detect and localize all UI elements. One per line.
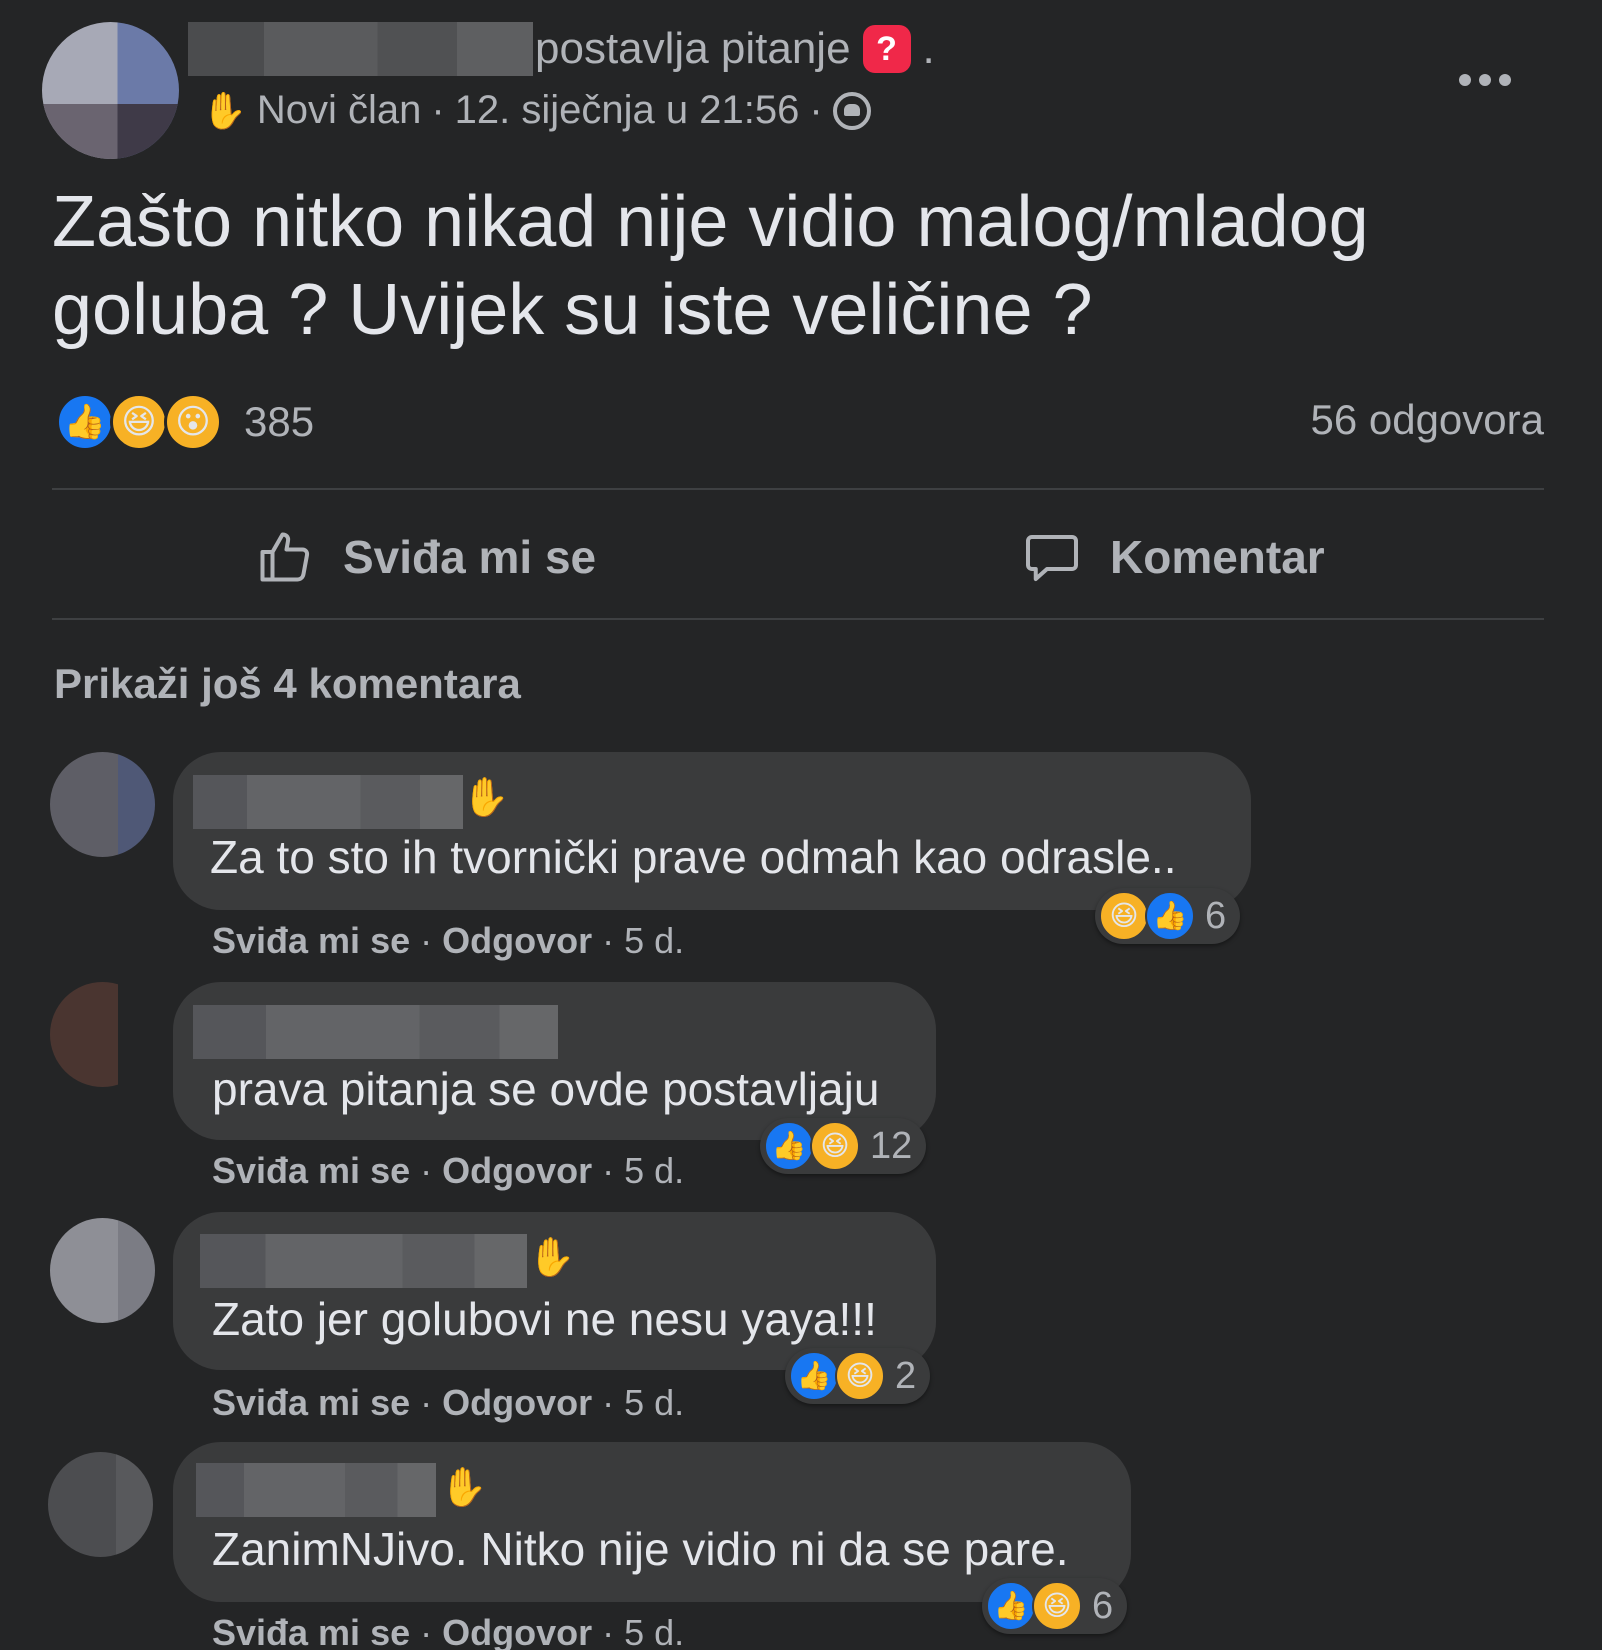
like-reaction-icon: 👍 [986,1581,1036,1631]
comment-author-redacted[interactable] [193,1005,558,1059]
comment-actions: Sviđa mi se · Odgovor · 5 d. [212,1612,684,1650]
meta-separator: · [431,88,445,132]
post-text: Zašto nitko nikad nije vidio malog/mlado… [52,182,1369,350]
separator: · [602,1382,615,1423]
like-reaction-icon: 👍 [764,1121,814,1171]
thumbs-up-icon [260,532,310,582]
comment-age[interactable]: 5 d. [624,920,684,962]
comment-bubble-icon [1026,535,1078,581]
comment-reply-link[interactable]: Odgovor [442,1150,592,1192]
comment-author-redacted[interactable] [200,1234,527,1288]
wave-hand-icon: ✋ [528,1237,576,1279]
haha-reaction-icon: 😆 [810,1121,860,1171]
comment-reaction-count: 12 [870,1124,913,1167]
separator: · [602,1150,615,1191]
comment-reply-link[interactable]: Odgovor [442,1382,592,1424]
show-more-comments-link[interactable]: Prikaži još 4 komentara [54,660,521,708]
comment-reaction-count: 6 [1092,1584,1114,1627]
divider [52,618,1544,620]
comment-author-redacted[interactable] [193,775,463,829]
separator: · [420,920,433,961]
comment-avatar[interactable] [50,982,155,1087]
haha-reaction-icon: 😆 [835,1351,885,1401]
comment-avatar[interactable] [50,752,155,857]
like-reaction-icon: 👍 [56,393,114,451]
like-reaction-icon: 👍 [1145,891,1195,941]
meta-separator: · [809,88,823,132]
post-action-line: postavlja pitanje ? . [535,24,935,74]
comment-actions: Sviđa mi se · Odgovor · 5 d. [212,1150,684,1192]
comment-reaction-count: 2 [895,1354,917,1397]
wave-hand-icon: ✋ [462,777,510,819]
like-button[interactable]: Sviđa mi se [255,520,596,594]
comment-reply-link[interactable]: Odgovor [442,1612,592,1650]
like-reaction-icon: 👍 [789,1351,839,1401]
comment-reply-link[interactable]: Odgovor [442,920,592,962]
post-author-avatar[interactable] [42,22,179,159]
post-action-text: postavlja pitanje [535,24,851,73]
comment-text: Zato jer golubovi ne nesu yaya!!! [212,1293,877,1345]
comment-reactions[interactable]: 👍 😆 12 [760,1118,927,1174]
comment-button-label: Komentar [1110,531,1325,583]
wave-hand-icon: ✋ [440,1467,488,1509]
comment-author-redacted[interactable] [196,1463,436,1517]
separator: · [602,920,615,961]
comment-age[interactable]: 5 d. [624,1612,684,1650]
comment-text: prava pitanja se ovde postavljaju [212,1063,880,1115]
replies-count[interactable]: 56 odgovora [1310,396,1544,444]
post-author-name-redacted[interactable] [188,22,533,76]
divider [52,488,1544,490]
comment-like-link[interactable]: Sviđa mi se [212,1612,410,1650]
trailing-dot: . [922,24,935,73]
comment-like-link[interactable]: Sviđa mi se [212,920,410,962]
post-meta: ✋ Novi član · 12. siječnja u 21:56 · [202,88,871,133]
separator: · [602,1612,615,1650]
comment-reactions[interactable]: 😆 👍 6 [1095,888,1241,944]
comment-actions: Sviđa mi se · Odgovor · 5 d. [212,920,684,962]
separator: · [420,1150,433,1191]
haha-reaction-icon: 😆 [1032,1581,1082,1631]
comment-avatar[interactable] [50,1218,155,1323]
comment-reaction-count: 6 [1205,894,1227,937]
comment-age[interactable]: 5 d. [624,1382,684,1424]
post-date[interactable]: 12. siječnja u 21:56 [455,88,800,133]
post-reactions[interactable]: 👍 😆 😮 385 [56,392,314,452]
comment-avatar[interactable] [48,1452,153,1557]
comment-age[interactable]: 5 d. [624,1150,684,1192]
comment-reactions[interactable]: 👍 😆 2 [785,1348,931,1404]
comment-actions: Sviđa mi se · Odgovor · 5 d. [212,1382,684,1424]
separator: · [420,1612,433,1650]
haha-reaction-icon: 😆 [1099,891,1149,941]
comment-text: Za to sto ih tvornički prave odmah kao o… [210,831,1177,883]
comment-text: ZanimNJivo. Nitko nije vidio ni da se pa… [212,1523,1069,1575]
wow-reaction-icon: 😮 [164,393,222,451]
more-options-icon[interactable] [1455,60,1515,100]
comment-button[interactable]: Komentar [1022,520,1325,594]
wave-hand-icon: ✋ [202,89,247,131]
member-badge[interactable]: Novi član [257,88,422,133]
comment-reactions[interactable]: 👍 😆 6 [982,1578,1128,1634]
like-button-label: Sviđa mi se [343,531,597,583]
reaction-count: 385 [244,398,315,445]
separator: · [420,1382,433,1423]
comment-like-link[interactable]: Sviđa mi se [212,1382,410,1424]
haha-reaction-icon: 😆 [110,393,168,451]
comment-like-link[interactable]: Sviđa mi se [212,1150,410,1192]
question-icon: ? [862,25,911,73]
group-icon [832,91,871,130]
